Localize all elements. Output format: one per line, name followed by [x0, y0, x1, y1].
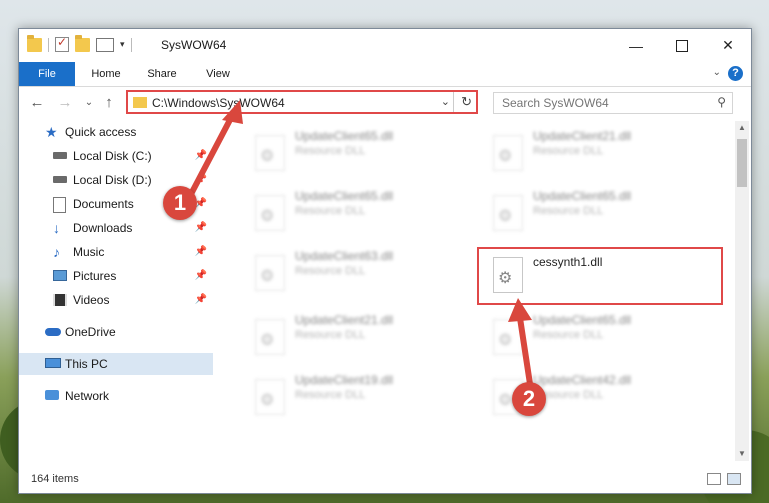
arrow-head: [222, 100, 243, 124]
arrow-to-address-bar: [187, 113, 235, 199]
step-2-badge: 2: [512, 382, 546, 416]
arrow-to-file: [517, 315, 533, 387]
step-1-badge: 1: [163, 186, 197, 220]
arrow-head: [508, 298, 532, 322]
annotation-arrows: [187, 100, 533, 387]
